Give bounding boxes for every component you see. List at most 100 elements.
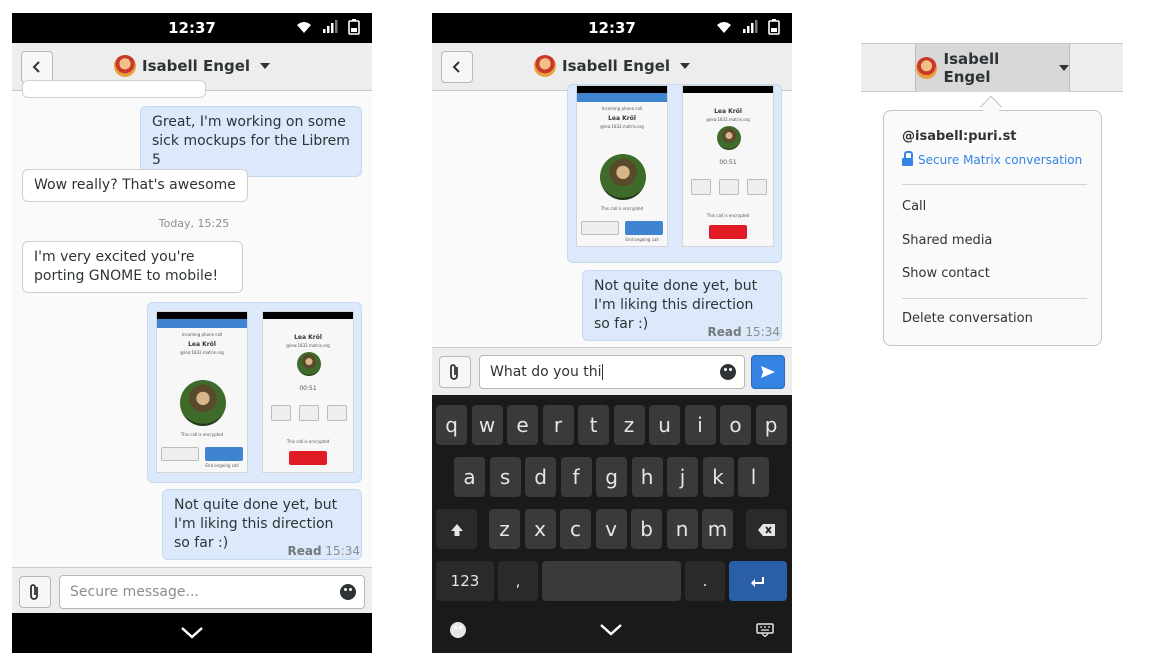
contact-menu-button[interactable]: Isabell Engel <box>12 55 372 77</box>
key-u[interactable]: u <box>649 405 681 445</box>
key-n[interactable]: n <box>666 509 698 549</box>
navigation-bar <box>12 613 372 653</box>
key-b[interactable]: b <box>631 509 663 549</box>
contact-menu-button[interactable]: Isabell Engel <box>432 55 792 77</box>
avatar <box>916 57 938 79</box>
compose-bar: Secure message... <box>12 567 372 613</box>
key-c[interactable]: c <box>560 509 592 549</box>
image-attachment[interactable]: Incoming phone call Lea Kröl @lea:1832.m… <box>147 302 362 483</box>
menu-item-show-contact[interactable]: Show contact <box>902 266 990 281</box>
dropdown-arrow-icon <box>1059 65 1069 71</box>
menu-item-delete-conversation[interactable]: Delete conversation <box>902 311 1033 326</box>
contact-name: Isabell Engel <box>943 50 1000 86</box>
menu-item-call[interactable]: Call <box>902 199 926 214</box>
signal-icon <box>323 20 338 33</box>
attach-button[interactable] <box>439 356 471 388</box>
key-r[interactable]: r <box>542 405 574 445</box>
key-f[interactable]: f <box>560 457 592 497</box>
key-s[interactable]: s <box>489 457 521 497</box>
message-bubble-incoming: I'm very excited you're porting GNOME to… <box>22 241 243 293</box>
key-k[interactable]: k <box>702 457 734 497</box>
mockup-thumbnail-incoming: Incoming phone call Lea Kröl @lea:1832.m… <box>576 85 668 247</box>
avatar <box>533 55 556 77</box>
attach-icon <box>30 584 38 600</box>
send-button[interactable] <box>751 355 785 389</box>
key-i[interactable]: i <box>684 405 716 445</box>
mockup-thumbnail-ongoing: Lea Kröl @lea:1832.matrix.org 00:51 This… <box>262 311 354 473</box>
onscreen-keyboard: qwertzuiopasdfghjklzxcvbnm 123 , . <box>432 395 792 653</box>
chevron-down-icon[interactable] <box>599 623 623 637</box>
message-bubble-partial <box>22 80 206 98</box>
attach-icon <box>450 364 458 380</box>
enter-key[interactable] <box>729 561 787 601</box>
enter-icon <box>751 576 764 587</box>
message-input[interactable]: What do you thi <box>479 355 745 389</box>
contact-menu-button-active[interactable]: Isabell Engel <box>915 44 1070 92</box>
wifi-icon <box>297 22 311 33</box>
emoji-icon[interactable] <box>450 622 466 638</box>
key-p[interactable]: p <box>755 405 787 445</box>
key-x[interactable]: x <box>524 509 556 549</box>
mockup-thumbnail-ongoing: Lea Kröl @lea:1832.matrix.org 00:51 This… <box>682 85 774 247</box>
image-attachment[interactable]: Incoming phone call Lea Kröl @lea:1832.m… <box>567 84 782 263</box>
key-v[interactable]: v <box>595 509 627 549</box>
key-m[interactable]: m <box>702 509 734 549</box>
period-key[interactable]: . <box>685 561 725 601</box>
emoji-icon[interactable] <box>720 364 736 380</box>
key-q[interactable]: q <box>436 405 468 445</box>
key-e[interactable]: e <box>507 405 539 445</box>
key-j[interactable]: j <box>667 457 699 497</box>
header-bar-detail: Isabell Engel <box>861 43 1123 92</box>
chevron-down-icon[interactable] <box>180 626 204 640</box>
key-z[interactable]: z <box>489 509 521 549</box>
key-g[interactable]: g <box>596 457 628 497</box>
compose-bar: What do you thi <box>432 347 792 395</box>
date-separator: Today, 15:25 <box>158 217 230 230</box>
keyboard-icon[interactable] <box>756 623 774 637</box>
contact-popover-menu: @isabell:puri.st Secure Matrix conversat… <box>883 110 1102 346</box>
message-list[interactable]: Incoming phone call Lea Kröl @lea:1832.m… <box>432 84 792 349</box>
key-o[interactable]: o <box>720 405 752 445</box>
shift-key[interactable] <box>436 509 477 549</box>
secure-conversation-label: Secure Matrix conversation <box>902 150 1082 167</box>
send-icon <box>761 366 775 378</box>
battery-icon <box>348 19 360 35</box>
key-h[interactable]: h <box>631 457 663 497</box>
message-placeholder: Secure message... <box>70 584 199 600</box>
read-receipt: Read 15:34 <box>287 544 361 558</box>
mockup-thumbnail-incoming: Incoming phone call Lea Kröl @lea:1832.m… <box>156 311 248 473</box>
lock-icon <box>902 150 913 166</box>
emoji-icon[interactable] <box>340 584 356 600</box>
contact-name: Isabell Engel <box>561 57 671 75</box>
comma-key[interactable]: , <box>498 561 538 601</box>
contact-name: Isabell Engel <box>141 57 251 75</box>
avatar <box>113 55 136 77</box>
signal-icon <box>743 20 758 33</box>
menu-item-shared-media[interactable]: Shared media <box>902 233 992 248</box>
key-z[interactable]: z <box>613 405 645 445</box>
message-bubble-outgoing: Great, I'm working on some sick mockups … <box>140 106 362 177</box>
wifi-icon <box>717 22 731 33</box>
message-input-text: What do you thi <box>490 364 602 380</box>
keyboard-bottom-bar <box>432 607 792 653</box>
attach-button[interactable] <box>19 576 51 608</box>
numbers-key[interactable]: 123 <box>436 561 494 601</box>
message-bubble-incoming: Wow really? That's awesome <box>22 169 248 202</box>
space-key[interactable] <box>542 561 681 601</box>
backspace-icon <box>757 523 775 536</box>
battery-icon <box>768 19 780 35</box>
status-bar: 12:37 <box>12 13 372 43</box>
key-t[interactable]: t <box>578 405 610 445</box>
key-w[interactable]: w <box>471 405 503 445</box>
status-bar: 12:37 <box>432 13 792 43</box>
menu-divider <box>902 184 1087 185</box>
shift-icon <box>450 523 463 536</box>
key-a[interactable]: a <box>454 457 486 497</box>
key-d[interactable]: d <box>525 457 557 497</box>
dropdown-arrow-icon <box>260 63 271 69</box>
message-input[interactable]: Secure message... <box>59 575 365 609</box>
key-l[interactable]: l <box>738 457 770 497</box>
phone-keyboard-view: 12:37 Isabell Engel Incoming phone call … <box>432 13 792 653</box>
backspace-key[interactable] <box>746 509 787 549</box>
phone-chat-view: 12:37 Isabell Engel Great, I'm working o… <box>12 13 372 653</box>
